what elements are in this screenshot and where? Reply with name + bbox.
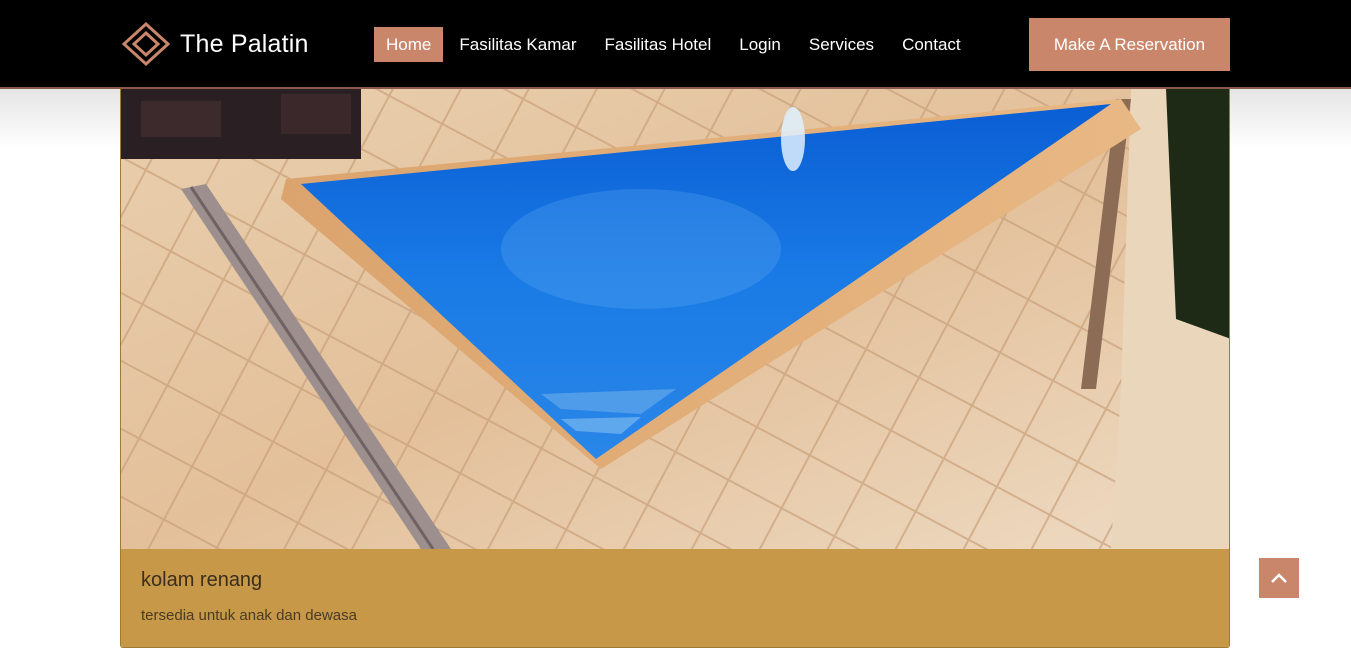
make-reservation-button[interactable]: Make A Reservation: [1029, 18, 1230, 71]
brand[interactable]: The Palatin: [120, 22, 309, 66]
facility-card-body: kolam renang tersedia untuk anak dan dew…: [121, 549, 1229, 647]
diamond-logo-icon: [121, 22, 171, 66]
back-to-top-button[interactable]: [1259, 558, 1299, 598]
top-navbar: The Palatin Home Fasilitas Kamar Fasilit…: [0, 0, 1351, 89]
chevron-up-icon: [1271, 573, 1287, 583]
nav-fasilitas-hotel[interactable]: Fasilitas Hotel: [593, 27, 724, 62]
main-menu: Home Fasilitas Kamar Fasilitas Hotel Log…: [374, 27, 977, 62]
nav-login[interactable]: Login: [727, 27, 793, 62]
facility-card: kolam renang tersedia untuk anak dan dew…: [120, 89, 1230, 648]
nav-home[interactable]: Home: [374, 27, 444, 62]
nav-services[interactable]: Services: [797, 27, 886, 62]
facility-title: kolam renang: [141, 569, 263, 591]
facility-description: tersedia untuk anak dan dewasa: [141, 607, 357, 624]
nav-contact[interactable]: Contact: [890, 27, 973, 62]
nav-fasilitas-kamar[interactable]: Fasilitas Kamar: [447, 27, 588, 62]
swimming-pool-photo: [121, 89, 1229, 549]
brand-name: The Palatin: [180, 29, 309, 58]
